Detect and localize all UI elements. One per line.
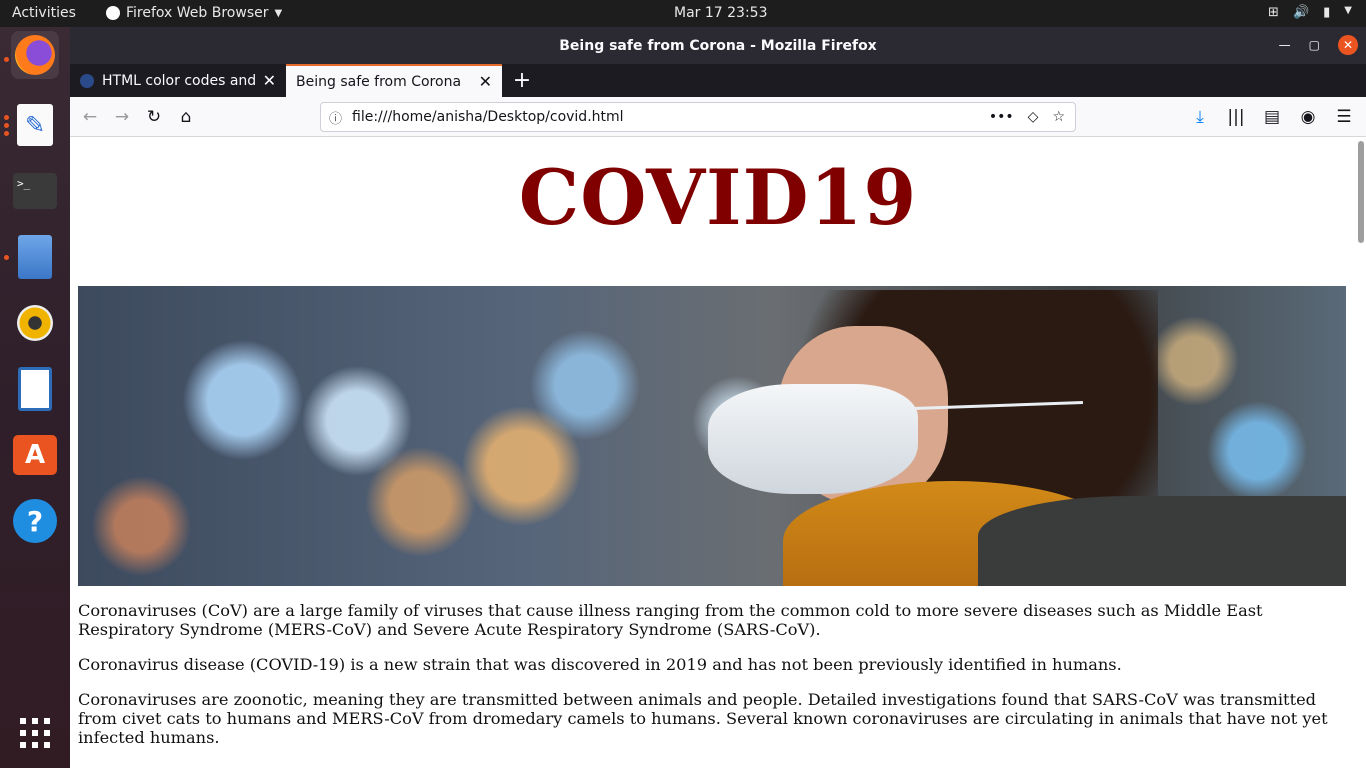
volume-icon: 🔊 [1292, 5, 1310, 20]
activities-button[interactable]: Activities [12, 5, 76, 21]
account-icon[interactable]: ◉ [1292, 101, 1324, 133]
tab-being-safe[interactable]: Being safe from Corona ✕ [286, 64, 502, 97]
paragraph: Coronaviruses (CoV) are a large family o… [78, 601, 1263, 639]
network-icon: ⊞ [1268, 5, 1279, 20]
firefox-window: Being safe from Corona - Mozilla Firefox… [70, 27, 1366, 768]
url-bar[interactable]: ⓘ file:///home/anisha/Desktop/covid.html… [320, 102, 1076, 132]
info-icon[interactable]: ⓘ [329, 108, 342, 127]
system-tray[interactable]: ⊞ 🔊 ▮ ▼ [1268, 5, 1352, 20]
dock-help[interactable]: ? [11, 497, 59, 545]
home-icon[interactable]: ⌂ [170, 101, 202, 133]
firefox-icon [15, 35, 55, 75]
vertical-scrollbar[interactable] [1358, 141, 1364, 243]
app-menu-label: Firefox Web Browser [126, 5, 269, 21]
chevron-down-icon: ▼ [274, 7, 283, 19]
dock-files[interactable] [11, 233, 59, 281]
software-icon: A [13, 435, 57, 475]
text-editor-icon: ✎ [17, 104, 53, 146]
minimize-button[interactable]: — [1279, 38, 1291, 52]
dock-firefox[interactable] [11, 31, 59, 79]
article-text: Coronaviruses (CoV) are a large family o… [78, 601, 1350, 763]
tab-bar: HTML color codes and na ✕ Being safe fro… [70, 64, 1366, 97]
close-window-button[interactable]: ✕ [1338, 35, 1358, 55]
files-icon [18, 235, 52, 279]
menu-icon[interactable]: ☰ [1328, 101, 1360, 133]
paragraph: Coronavirus disease (COVID-19) is a new … [78, 655, 1122, 674]
maximize-button[interactable]: ▢ [1309, 38, 1320, 52]
clock[interactable]: Mar 17 23:53 [674, 5, 767, 21]
library-icon[interactable]: ||| [1220, 101, 1252, 133]
bookmark-star-icon[interactable]: ☆ [1052, 109, 1065, 125]
page-actions-icon[interactable]: ••• [989, 109, 1014, 125]
close-tab-icon[interactable]: ✕ [263, 71, 276, 90]
tab-label: Being safe from Corona [296, 73, 462, 90]
close-tab-icon[interactable]: ✕ [479, 72, 492, 91]
writer-icon [18, 367, 52, 411]
help-icon: ? [13, 499, 57, 543]
hero-image [78, 286, 1346, 586]
system-top-bar: Activities Firefox Web Browser ▼ Mar 17 … [0, 0, 1366, 27]
sidebar-icon[interactable]: ▤ [1256, 101, 1288, 133]
tab-html-color-codes[interactable]: HTML color codes and na ✕ [70, 64, 286, 97]
url-text[interactable]: file:///home/anisha/Desktop/covid.html [352, 109, 989, 125]
nav-bar: ← → ↻ ⌂ ⓘ file:///home/anisha/Desktop/co… [70, 97, 1366, 137]
dock-rhythmbox[interactable] [11, 299, 59, 347]
app-grid-icon [20, 718, 50, 748]
firefox-small-icon [106, 6, 120, 20]
dock: ✎ >_ A ? [0, 27, 70, 768]
paragraph: Coronaviruses are zoonotic, meaning they… [78, 690, 1328, 747]
forward-icon[interactable]: → [106, 101, 138, 133]
back-icon[interactable]: ← [74, 101, 106, 133]
dock-software[interactable]: A [11, 431, 59, 479]
pocket-icon[interactable]: ◇ [1028, 109, 1039, 125]
rhythmbox-icon [17, 305, 53, 341]
battery-icon: ▮ [1323, 5, 1331, 20]
dock-text-editor[interactable]: ✎ [11, 101, 59, 149]
dock-show-apps[interactable] [11, 709, 59, 757]
window-title: Being safe from Corona - Mozilla Firefox [559, 37, 877, 54]
window-titlebar[interactable]: Being safe from Corona - Mozilla Firefox… [70, 27, 1366, 64]
reload-icon[interactable]: ↻ [138, 101, 170, 133]
dock-writer[interactable] [11, 365, 59, 413]
tab-label: HTML color codes and na [102, 72, 255, 89]
page-heading: COVID19 [518, 153, 918, 242]
page-content: COVID19 Coronaviruses (CoV) are a large … [70, 137, 1366, 768]
terminal-icon: >_ [13, 173, 57, 209]
downloads-icon[interactable]: ⤓ [1184, 101, 1216, 133]
site-favicon-icon [80, 73, 94, 88]
app-menu[interactable]: Firefox Web Browser ▼ [106, 5, 282, 21]
new-tab-button[interactable]: + [502, 64, 542, 97]
chevron-down-icon: ▼ [1344, 5, 1352, 16]
dock-terminal[interactable]: >_ [11, 167, 59, 215]
